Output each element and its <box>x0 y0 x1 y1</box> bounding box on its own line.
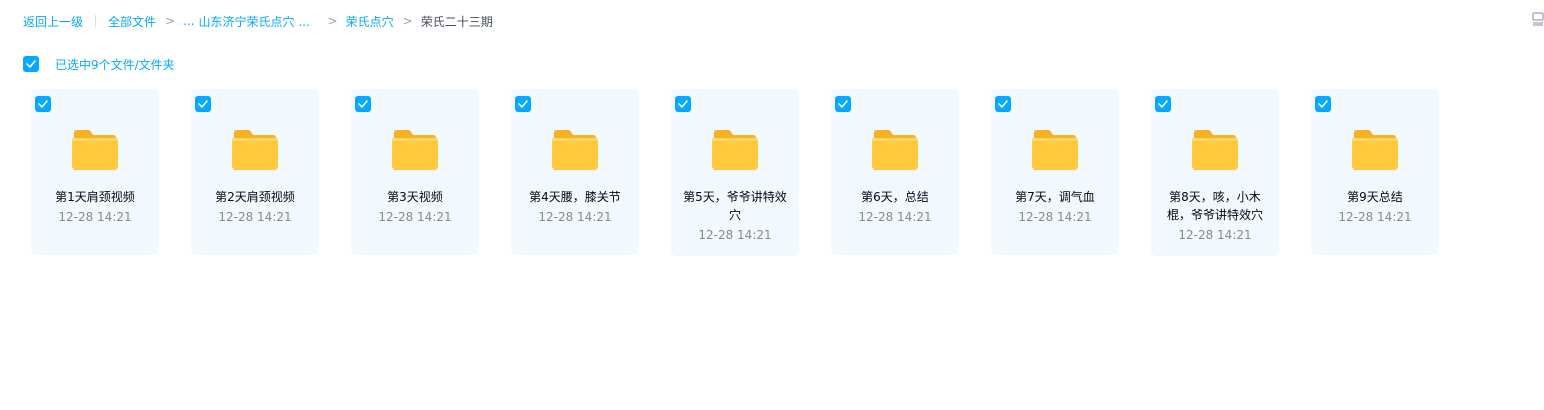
folder-modified-time: 12-28 14:21 <box>538 210 612 224</box>
folder-tile[interactable]: 第4天腰，膝关节 12-28 14:21 <box>511 89 639 255</box>
file-grid: 第1天肩颈视频 12-28 14:21 第2天肩颈视频 12-28 14:21 … <box>31 89 1439 256</box>
breadcrumb-separator: > <box>327 14 338 28</box>
breadcrumb-separator: > <box>165 14 176 28</box>
breadcrumb: 返回上一级 全部文件 > ... 山东济宁荣氏点穴 ... > 荣氏点穴 > 荣… <box>23 11 493 31</box>
folder-name: 第3天视频 <box>387 190 443 204</box>
breadcrumb-divider <box>95 15 97 27</box>
folder-tile[interactable]: 第6天，总结 12-28 14:21 <box>831 89 959 255</box>
select-all-bar: 已选中9个文件/文件夹 <box>23 56 175 72</box>
folder-icon <box>1352 130 1398 170</box>
check-icon <box>1158 100 1168 108</box>
folder-name: 第9天总结 <box>1347 190 1403 204</box>
folder-name: 第7天，调气血 <box>1015 190 1095 204</box>
folder-icon <box>872 130 918 170</box>
folder-name: 第6天，总结 <box>861 190 929 204</box>
check-icon <box>358 100 368 108</box>
folder-icon <box>552 130 598 170</box>
check-icon <box>198 100 208 108</box>
folder-name: 第1天肩颈视频 <box>55 190 135 204</box>
check-icon <box>838 100 848 108</box>
folder-checkbox[interactable] <box>515 96 531 112</box>
folder-icon <box>72 130 118 170</box>
folder-checkbox[interactable] <box>195 96 211 112</box>
folder-modified-time: 12-28 14:21 <box>1178 228 1252 242</box>
breadcrumb-level4[interactable]: 荣氏点穴 <box>346 13 394 30</box>
folder-checkbox[interactable] <box>995 96 1011 112</box>
check-icon <box>26 60 36 68</box>
check-icon <box>678 100 688 108</box>
folder-tile[interactable]: 第8天，咳，小木棍，爷爷讲特效穴 12-28 14:21 <box>1151 89 1279 256</box>
folder-checkbox[interactable] <box>835 96 851 112</box>
folder-modified-time: 12-28 14:21 <box>858 210 932 224</box>
breadcrumb-level3[interactable]: 山东济宁荣氏点穴 ... <box>199 13 319 30</box>
folder-checkbox[interactable] <box>1315 96 1331 112</box>
selection-count: 已选中9个文件/文件夹 <box>55 57 175 72</box>
folder-checkbox[interactable] <box>675 96 691 112</box>
folder-name: 第2天肩颈视频 <box>215 190 295 204</box>
check-icon <box>38 100 48 108</box>
check-icon <box>518 100 528 108</box>
folder-tile[interactable]: 第1天肩颈视频 12-28 14:21 <box>31 89 159 255</box>
folder-tile[interactable]: 第2天肩颈视频 12-28 14:21 <box>191 89 319 255</box>
folder-icon <box>712 130 758 170</box>
folder-modified-time: 12-28 14:21 <box>1338 210 1412 224</box>
folder-modified-time: 12-28 14:21 <box>698 228 772 242</box>
folder-checkbox[interactable] <box>35 96 51 112</box>
folder-modified-time: 12-28 14:21 <box>378 210 452 224</box>
folder-tile[interactable]: 第5天，爷爷讲特效穴 12-28 14:21 <box>671 89 799 256</box>
check-icon <box>998 100 1008 108</box>
folder-modified-time: 12-28 14:21 <box>218 210 292 224</box>
folder-icon <box>232 130 278 170</box>
breadcrumb-separator: > <box>402 14 413 28</box>
folder-icon <box>1032 130 1078 170</box>
folder-tile[interactable]: 第9天总结 12-28 14:21 <box>1311 89 1439 255</box>
file-browser: 返回上一级 全部文件 > ... 山东济宁荣氏点穴 ... > 荣氏点穴 > 荣… <box>0 0 1544 410</box>
folder-icon <box>1192 130 1238 170</box>
folder-name: 第5天，爷爷讲特效穴 <box>683 190 787 222</box>
breadcrumb-ellipsis[interactable]: ... <box>183 14 194 28</box>
folder-icon <box>392 130 438 170</box>
folder-checkbox[interactable] <box>1155 96 1171 112</box>
back-link[interactable]: 返回上一级 <box>23 13 83 30</box>
folder-name: 第8天，咳，小木棍，爷爷讲特效穴 <box>1166 190 1263 222</box>
folder-tile[interactable]: 第7天，调气血 12-28 14:21 <box>991 89 1119 255</box>
folder-tile[interactable]: 第3天视频 12-28 14:21 <box>351 89 479 255</box>
select-all-checkbox[interactable] <box>23 56 39 72</box>
folder-modified-time: 12-28 14:21 <box>1018 210 1092 224</box>
breadcrumb-all-files[interactable]: 全部文件 <box>108 13 156 30</box>
folder-checkbox[interactable] <box>355 96 371 112</box>
view-mode-icon[interactable] <box>1532 12 1544 26</box>
folder-modified-time: 12-28 14:21 <box>58 210 132 224</box>
check-icon <box>1318 100 1328 108</box>
breadcrumb-current: 荣氏二十三期 <box>420 14 493 29</box>
folder-name: 第4天腰，膝关节 <box>529 190 621 204</box>
